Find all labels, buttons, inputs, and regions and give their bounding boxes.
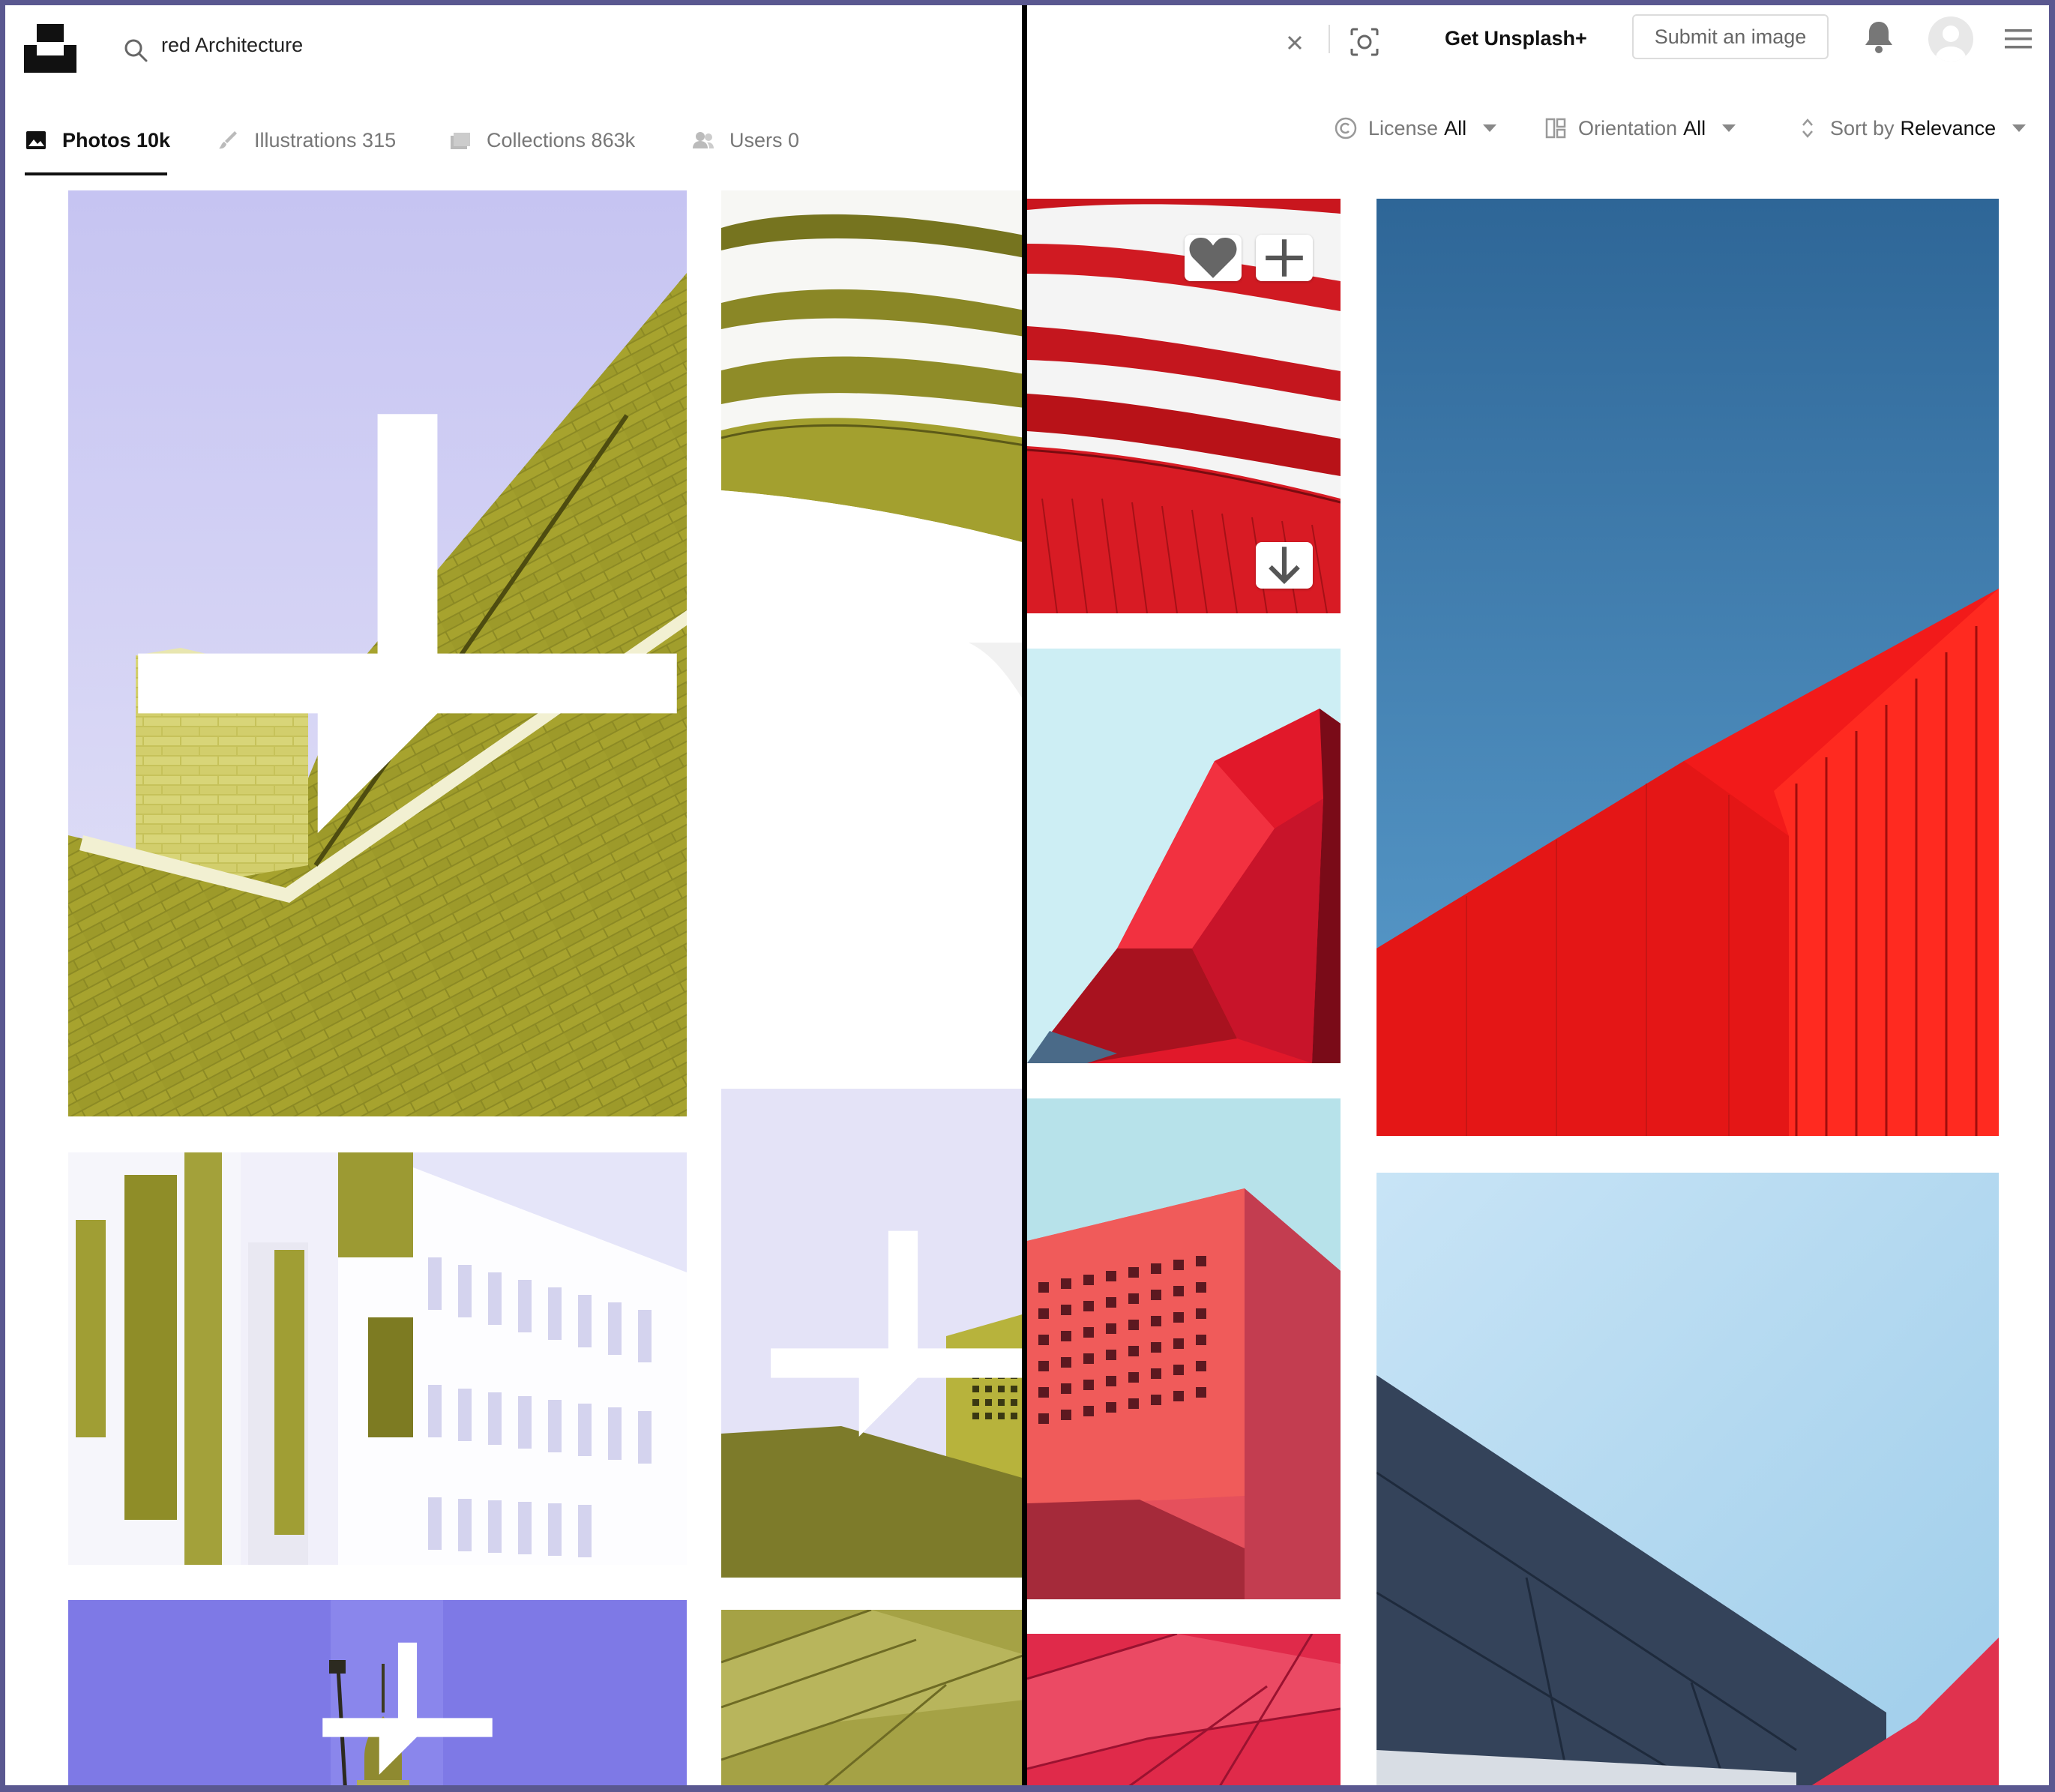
clear-search-button[interactable] — [1280, 28, 1310, 58]
copyright-icon — [1335, 117, 1357, 139]
filter-value: All — [1683, 116, 1706, 139]
tab-users[interactable]: Users 0 — [692, 125, 799, 155]
unsplash-plus-icon — [138, 414, 677, 834]
filter-label: Orientation — [1578, 116, 1678, 139]
users-icon — [693, 132, 714, 148]
visual-search-icon — [1350, 28, 1379, 56]
app-frame: red Architecture Get Unsplash+ Submit an… — [5, 5, 2049, 1785]
photo-wavy-facade-red[interactable] — [1027, 199, 1341, 613]
chevron-down-icon — [1722, 124, 1736, 132]
chevron-down-icon — [1483, 124, 1497, 132]
visual-search-button[interactable] — [1347, 25, 1382, 59]
tab-label: Illustrations 315 — [254, 128, 397, 151]
add-icon — [1266, 239, 1303, 277]
photo-wavy-facade-olive[interactable] — [721, 190, 1025, 607]
unsplash-logo[interactable] — [24, 20, 76, 73]
filter-label: License — [1368, 116, 1439, 139]
folder-icon — [451, 133, 470, 149]
close-icon — [1287, 35, 1302, 50]
sort-filter[interactable]: Sort by Relevance — [1796, 112, 2027, 145]
search-icon[interactable] — [122, 37, 149, 64]
active-tab-indicator — [25, 172, 167, 175]
filter-value: Relevance — [1900, 116, 1997, 139]
photo-white-building[interactable] — [68, 1152, 687, 1565]
photo-red-grid-building[interactable] — [1027, 1098, 1341, 1599]
photo-olive-panels[interactable] — [721, 1610, 1025, 1785]
tab-collections[interactable]: Collections 863k — [449, 125, 635, 155]
brush-icon — [219, 131, 237, 149]
download-button[interactable] — [1256, 542, 1313, 589]
photo-tower[interactable] — [68, 1600, 687, 1785]
tab-label: Users 0 — [729, 128, 800, 151]
heart-icon — [1189, 237, 1237, 278]
submit-image-button[interactable]: Submit an image — [1632, 14, 1829, 59]
tab-label: Collections 863k — [487, 128, 636, 151]
orientation-filter[interactable]: Orientation All — [1544, 112, 1736, 145]
add-to-collection-button[interactable] — [1256, 235, 1313, 281]
photo-brick-wall[interactable] — [68, 190, 687, 1116]
search-divider — [1329, 25, 1330, 53]
download-icon — [1269, 547, 1300, 585]
photo-olive-building[interactable] — [721, 1089, 1025, 1578]
chevron-down-icon — [2012, 124, 2027, 132]
get-unsplash-plus-link[interactable]: Get Unsplash+ — [1445, 27, 1587, 50]
unsplash-plus-icon — [322, 1642, 493, 1775]
tab-label: Photos 10k — [62, 128, 171, 151]
menu-icon[interactable] — [2003, 26, 2033, 52]
license-filter[interactable]: License All — [1334, 112, 1497, 145]
photo-icon — [26, 131, 46, 149]
split-divider — [1022, 5, 1027, 1785]
photo-dark-facade[interactable] — [1376, 1173, 1999, 1785]
photo-white-blank[interactable] — [721, 643, 1025, 1089]
bell-icon[interactable] — [1863, 19, 1895, 55]
photo-red-angular[interactable] — [1027, 649, 1341, 1063]
sort-icon — [1802, 118, 1813, 138]
filter-value: All — [1444, 116, 1467, 139]
search-input[interactable]: red Architecture — [161, 34, 303, 57]
unsplash-plus-icon — [771, 1230, 1025, 1437]
photo-red-building-blue-sky[interactable] — [1376, 199, 1999, 1136]
filter-label: Sort by — [1830, 116, 1895, 139]
photo-red-panels[interactable] — [1027, 1634, 1341, 1785]
layout-icon — [1545, 118, 1566, 139]
like-button[interactable] — [1185, 235, 1242, 281]
tab-illustrations[interactable]: Illustrations 315 — [217, 125, 396, 155]
avatar[interactable] — [1928, 16, 1973, 61]
tab-photos[interactable]: Photos 10k — [25, 125, 170, 155]
